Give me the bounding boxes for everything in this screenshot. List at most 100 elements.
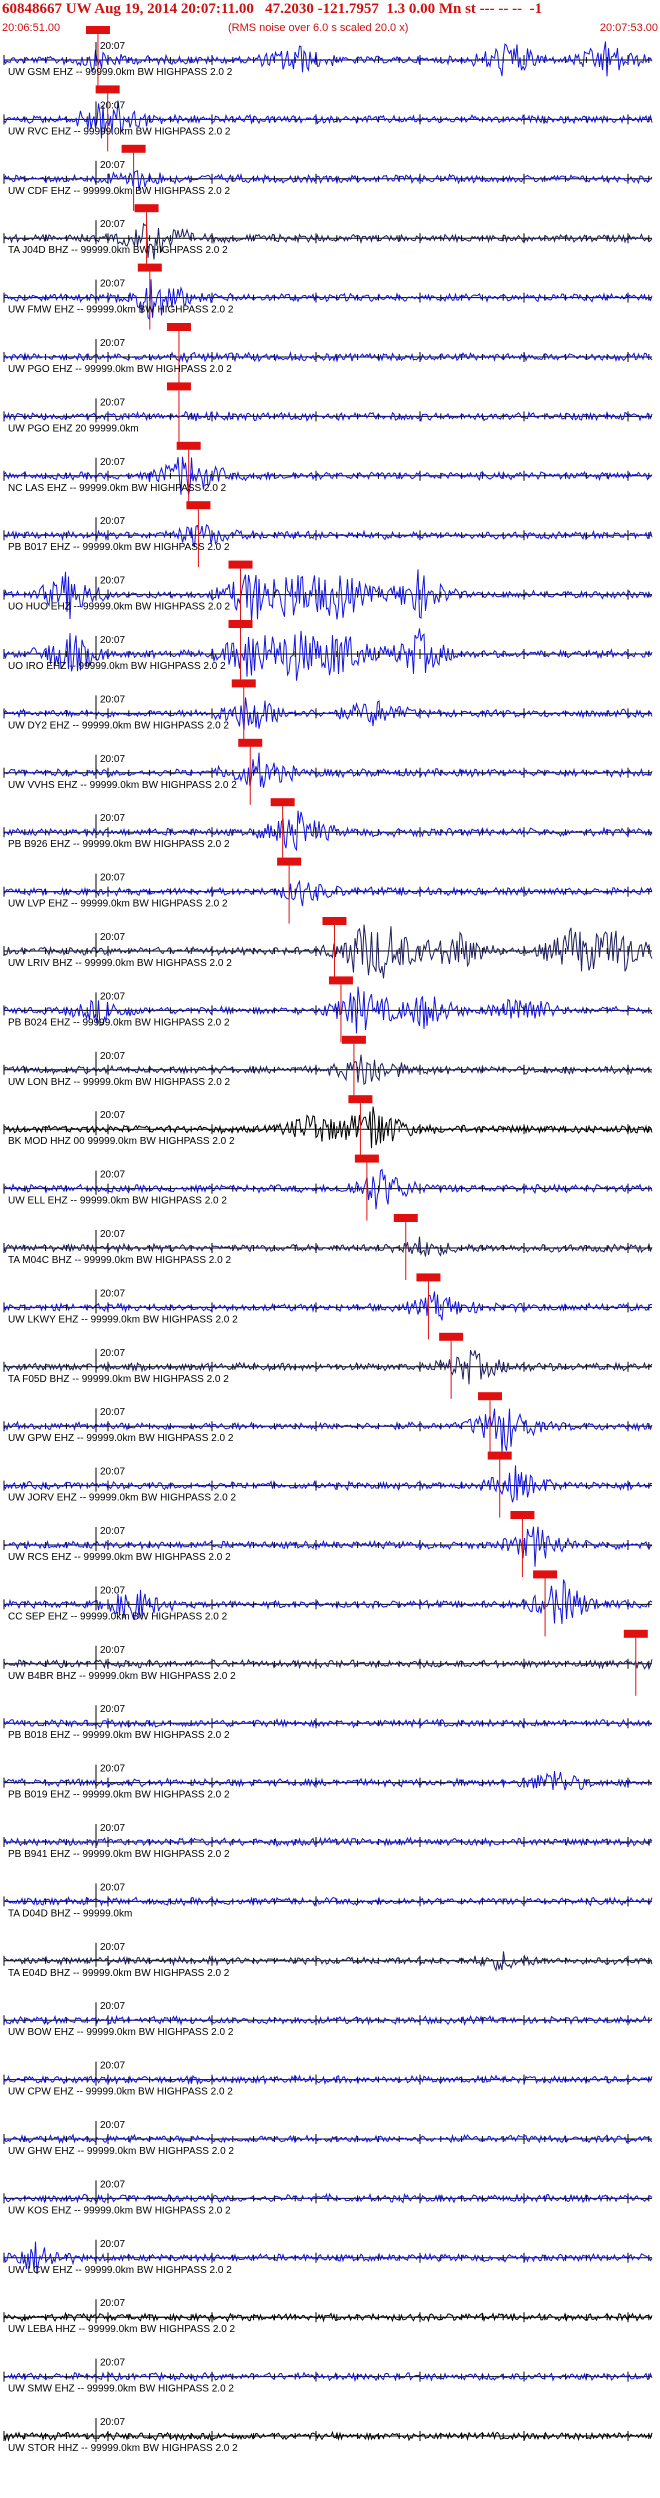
trace-row: 20:07 UW STOR HHZ -- 99999.0km BW HIGHPAS… [3,2417,653,2454]
minute-label: 20:07 [100,1348,125,1359]
minute-label: 20:07 [100,1526,125,1537]
pick-marker [186,501,211,510]
pick-marker [328,976,353,985]
trace-row: 20:07 UO IRO EHZ -- 99999.0km BW HIGHPASS… [3,620,653,686]
trace-row: 20:07 PB B024 EHZ -- 99999.0km BW HIGHPAS… [3,976,653,1043]
station-label: UW LVP EHZ -- 99999.0km BW HIGHPASS 2.0 … [8,899,228,910]
pick-marker [176,441,201,450]
pick-marker [166,382,191,391]
minute-label: 20:07 [100,932,125,943]
pick-marker [134,204,159,213]
trace-row: 20:07 PB B017 EHZ -- 99999.0km BW HIGHPAS… [3,501,653,568]
trace-row: 20:07 UW LON BHZ -- 99999.0km BW HIGHPASS… [3,1035,653,1102]
station-label: UW LEBA HHZ -- 99999.0km BW HIGHPASS 2.0… [8,2324,236,2335]
pick-marker [322,917,347,925]
minute-label: 20:07 [100,2298,125,2309]
minute-label: 20:07 [100,1170,125,1181]
minute-label: 20:07 [100,1467,125,1478]
station-label: PB B017 EHZ -- 99999.0km BW HIGHPASS 2.0… [8,542,230,553]
station-label: UW BOW EHZ -- 99999.0km BW HIGHPASS 2.0 … [8,2027,234,2038]
pick-marker [341,1035,366,1044]
minute-label: 20:07 [100,991,125,1002]
trace-row: 20:07 BK MOD HHZ 00 99999.0km BW HIGHPASS… [3,1095,653,1162]
station-label: TA D04D BHZ -- 99999.0km [8,1908,132,1919]
minute-label: 20:07 [100,1229,125,1240]
pick-marker [121,144,146,153]
trace-row: 20:07 UW VVHS EHZ -- 99999.0km BW HIGHPAS… [3,738,653,805]
station-label: UW FMW EHZ -- 99999.0km BW HIGHPASS 2.0 … [8,305,234,316]
minute-label: 20:07 [100,1288,125,1299]
minute-label: 20:07 [100,41,125,52]
station-label: TA F05D BHZ -- 99999.0km BW HIGHPASS 2.0… [8,1374,229,1385]
minute-label: 20:07 [100,279,125,290]
station-label: UW GSM EHZ -- 99999.0km BW HIGHPASS 2.0 … [8,67,233,78]
station-label: TA J04D BHZ -- 99999.0km BW HIGHPASS 2.0… [8,245,228,256]
minute-label: 20:07 [100,338,125,349]
minute-label: 20:07 [100,516,125,527]
trace-row: 20:07 UW BOW EHZ -- 99999.0km BW HIGHPASS… [3,2001,653,2038]
pick-marker [348,1095,373,1104]
trace-row: 20:07 UW B4BR BHZ -- 99999.0km BW HIGHPAS… [3,1629,653,1696]
station-label: PB B024 EHZ -- 99999.0km BW HIGHPASS 2.0… [8,1017,230,1028]
station-label: UW LRIV BHZ -- 99999.0km BW HIGHPASS 2.0… [8,958,232,969]
minute-label: 20:07 [100,2120,125,2131]
trace-row: 20:07 UW GSM EHZ -- 99999.0km BW HIGHPASS… [3,26,653,92]
station-label: NC LAS EHZ -- 99999.0km BW HIGHPASS 2.0 … [8,483,227,494]
trace-row: 20:07 UW PGO EHZ 20 99999.0km [3,382,653,449]
pick-marker [137,263,162,272]
minute-label: 20:07 [100,457,125,468]
trace-row: 20:07 UW LKWY EHZ -- 99999.0km BW HIGHPAS… [3,1273,653,1340]
minute-label: 20:07 [100,2417,125,2428]
minute-label: 20:07 [100,1051,125,1062]
station-label: UW LKWY EHZ -- 99999.0km BW HIGHPASS 2.0… [8,1314,238,1325]
trace-row: 20:07 UW CPW EHZ -- 99999.0km BW HIGHPASS… [3,2061,653,2098]
minute-label: 20:07 [100,1585,125,1596]
station-label: UO HUO EHZ -- 99999.0km BW HIGHPASS 2.0 … [8,602,231,613]
trace-row: 20:07 UW KOS EHZ -- 99999.0km BW HIGHPASS… [3,2179,653,2216]
trace-row: 20:07 TA M04C BHZ -- 99999.0km BW HIGHPAS… [3,1214,653,1280]
station-label: UW PGO EHZ -- 99999.0km BW HIGHPASS 2.0 … [8,364,232,375]
trace-row: 20:07 TA J04D BHZ -- 99999.0km BW HIGHPAS… [3,204,653,271]
pick-marker [393,1214,418,1222]
trace-row: 20:07 UW DY2 EHZ -- 99999.0km BW HIGHPASS… [3,679,653,746]
station-label: UW B4BR BHZ -- 99999.0km BW HIGHPASS 2.0… [8,1671,236,1682]
pick-marker [478,1392,502,1401]
minute-label: 20:07 [100,754,125,765]
minute-label: 20:07 [100,1645,125,1656]
station-label: UW LON BHZ -- 99999.0km BW HIGHPASS 2.0 … [8,1077,231,1088]
station-label: UO IRO EHZ -- 99999.0km BW HIGHPASS 2.0 … [8,661,226,672]
station-label: UW STOR HHZ -- 99999.0km BW HIGHPASS 2.0… [8,2443,238,2454]
pick-marker [166,323,191,331]
station-label: UW RCS EHZ -- 99999.0km BW HIGHPASS 2.0 … [8,1552,231,1563]
pick-marker [238,738,263,747]
station-label: UW RVC EHZ -- 99999.0km BW HIGHPASS 2.0 … [8,126,231,137]
trace-row: 20:07 UW RVC EHZ -- 99999.0km BW HIGHPASS… [3,85,653,152]
trace-row: 20:07 PB B941 EHZ -- 99999.0km BW HIGHPAS… [3,1823,653,1860]
trace-row: 20:07 TA F05D BHZ -- 99999.0km BW HIGHPAS… [3,1332,653,1399]
trace-row: 20:07 UO HUO EHZ -- 99999.0km BW HIGHPASS… [3,560,653,627]
pick-marker [228,620,253,628]
minute-label: 20:07 [100,100,125,111]
trace-row: 20:07 UW FMW EHZ -- 99999.0km BW HIGHPASS… [3,263,653,330]
trace-row: 20:07 UW GHW EHZ -- 99999.0km BW HIGHPASS… [3,2120,653,2157]
station-label: UW LCW EHZ -- 99999.0km BW HIGHPASS 2.0 … [8,2265,232,2276]
pick-marker [270,798,295,807]
pick-marker [487,1451,512,1460]
station-label: UW JORV EHZ -- 99999.0km BW HIGHPASS 2.0… [8,1493,236,1504]
minute-label: 20:07 [100,2358,125,2369]
trace-row: 20:07 TA E04D BHZ -- 99999.0km BW HIGHPAS… [3,1942,653,1979]
station-label: UW CDF EHZ -- 99999.0km BW HIGHPASS 2.0 … [8,186,231,197]
trace-row: 20:07 UW LCW EHZ -- 99999.0km BW HIGHPASS… [3,2239,653,2276]
pick-marker [85,26,110,34]
station-label: PB B018 EHZ -- 99999.0km BW HIGHPASS 2.0… [8,1730,230,1741]
station-label: BK MOD HHZ 00 99999.0km BW HIGHPASS 2.0 … [8,1136,235,1147]
trace-row: 20:07 UW LRIV BHZ -- 99999.0km BW HIGHPAS… [3,917,653,983]
trace-row: 20:07 UW ELL EHZ -- 99999.0km BW HIGHPASS… [3,1154,653,1221]
station-label: UW SMW EHZ -- 99999.0km BW HIGHPASS 2.0 … [8,2384,234,2395]
pick-marker [277,857,302,866]
minute-label: 20:07 [100,2179,125,2190]
pick-marker [416,1273,441,1282]
pick-marker [231,679,256,688]
trace-row: 20:07 NC LAS EHZ -- 99999.0km BW HIGHPASS… [3,441,653,508]
station-label: UW PGO EHZ 20 99999.0km [8,423,139,434]
